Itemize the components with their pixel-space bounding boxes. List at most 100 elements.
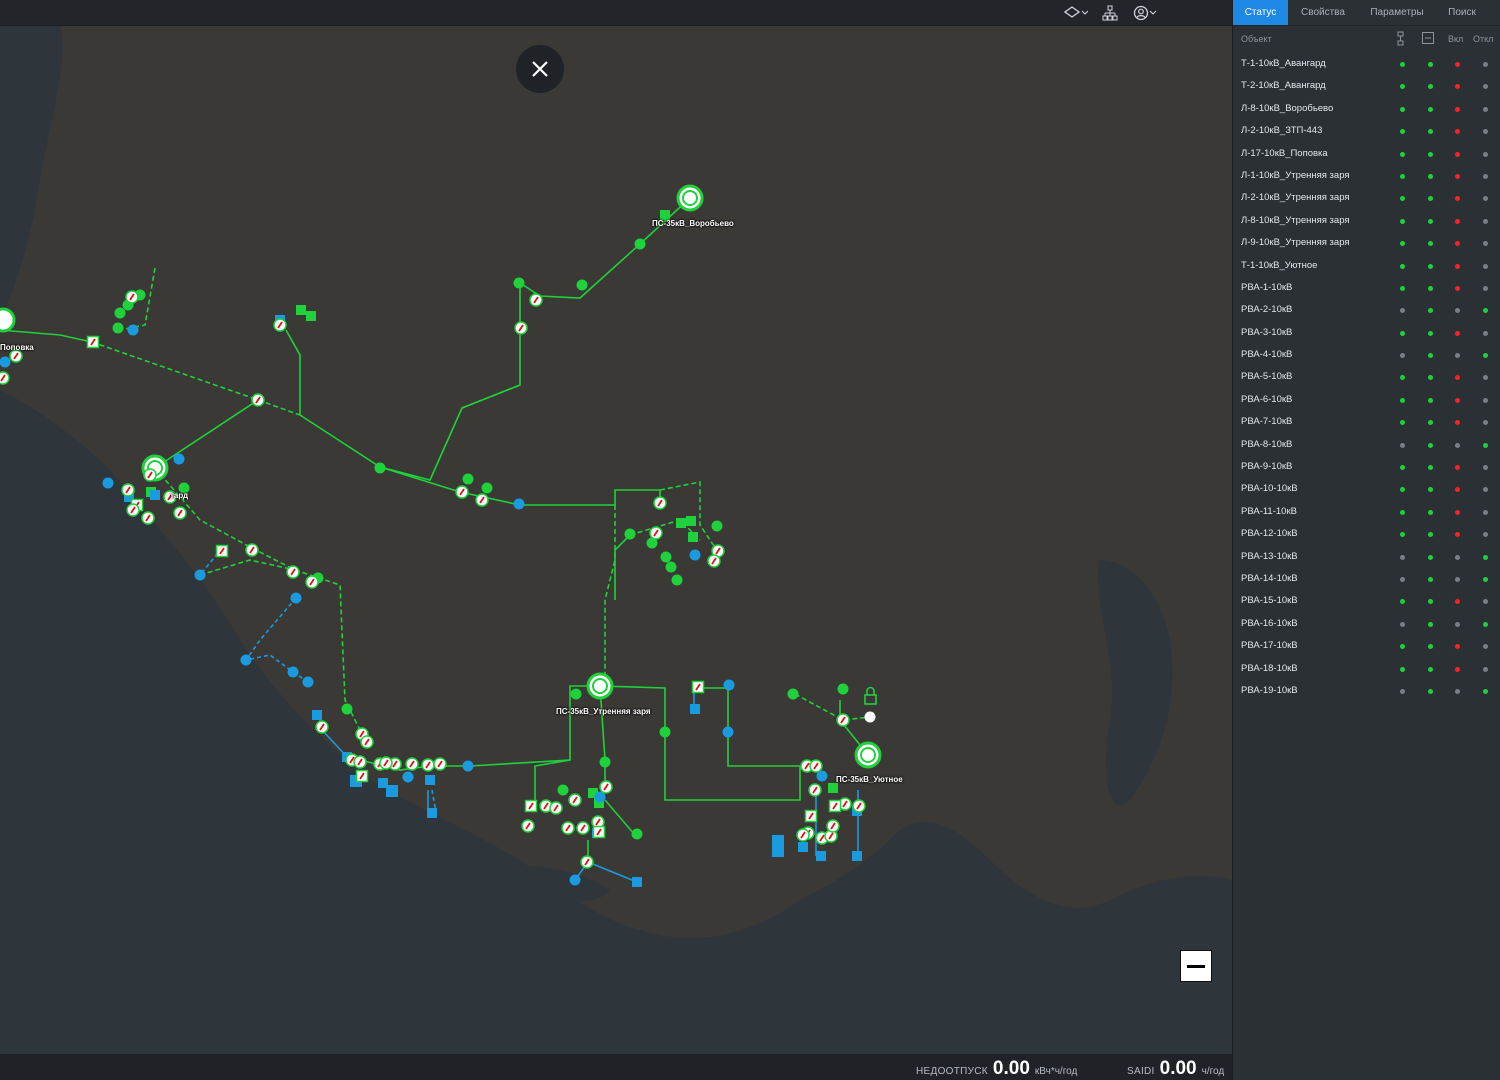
status-row[interactable]: РВА-4-10кВ <box>1233 344 1500 366</box>
status-row[interactable]: РВА-1-10кВ <box>1233 277 1500 299</box>
switch-icon[interactable] <box>852 799 866 813</box>
status-dot <box>1483 308 1488 314</box>
status-row-name: РВА-2-10кВ <box>1241 304 1293 316</box>
switch-icon[interactable] <box>125 290 139 304</box>
switch-icon[interactable] <box>599 780 613 794</box>
status-row[interactable]: РВА-12-10кВ <box>1233 523 1500 545</box>
switch-icon[interactable] <box>796 828 810 842</box>
status-row[interactable]: РВА-15-10кВ <box>1233 590 1500 612</box>
switch-icon[interactable] <box>379 756 393 770</box>
substation-utrennyaya-icon[interactable] <box>586 672 614 700</box>
tab-properties[interactable]: Свойства <box>1288 0 1358 25</box>
switch-icon[interactable] <box>126 503 140 517</box>
switch-icon[interactable] <box>433 757 447 771</box>
switch-icon[interactable] <box>828 799 842 813</box>
tab-parameters[interactable]: Параметры <box>1358 0 1436 25</box>
switch-icon[interactable] <box>273 318 287 332</box>
switch-icon[interactable] <box>808 783 822 797</box>
status-row-name: Т-1-10кВ_Уютное <box>1241 259 1318 271</box>
status-row[interactable]: РВА-10-10кВ <box>1233 478 1500 500</box>
substation-popovka-icon[interactable] <box>0 307 16 333</box>
switch-icon[interactable] <box>653 496 667 510</box>
status-row[interactable]: РВА-9-10кВ <box>1233 456 1500 478</box>
network-map[interactable]: ПС-35кВ_Воробьево тард Поповка ПС-35кВ_У… <box>0 0 1232 1080</box>
breaker-column-icon <box>1422 32 1434 46</box>
status-row[interactable]: Л-8-10кВ_Воробьево <box>1233 98 1500 120</box>
switch-icon[interactable] <box>286 565 300 579</box>
status-row[interactable]: Л-9-10кВ_Утренняя заря <box>1233 232 1500 254</box>
switch-icon[interactable] <box>524 799 538 813</box>
hierarchy-icon[interactable] <box>1102 4 1118 22</box>
status-row[interactable]: Л-8-10кВ_Утренняя заря <box>1233 210 1500 232</box>
status-row[interactable]: РВА-11-10кВ <box>1233 501 1500 523</box>
map-canvas[interactable] <box>0 0 1232 1080</box>
status-row[interactable]: РВА-5-10кВ <box>1233 366 1500 388</box>
switch-icon[interactable] <box>568 793 582 807</box>
status-row[interactable]: РВА-18-10кВ <box>1233 658 1500 680</box>
switch-icon[interactable] <box>251 393 265 407</box>
status-row[interactable]: РВА-16-10кВ <box>1233 613 1500 635</box>
status-row[interactable]: РВА-2-10кВ <box>1233 299 1500 321</box>
switch-icon[interactable] <box>405 757 419 771</box>
status-dot <box>1428 263 1433 269</box>
switch-icon[interactable] <box>455 485 469 499</box>
status-row[interactable]: Л-1-10кВ_Утренняя заря <box>1233 165 1500 187</box>
close-button[interactable] <box>516 45 564 93</box>
switch-icon[interactable] <box>576 821 590 835</box>
status-row[interactable]: РВА-8-10кВ <box>1233 434 1500 456</box>
switch-icon[interactable] <box>0 371 10 385</box>
zoom-out-button[interactable] <box>1180 950 1212 982</box>
switch-icon[interactable] <box>475 493 489 507</box>
switch-icon[interactable] <box>691 680 705 694</box>
status-row[interactable]: Л-2-10кВ_Утренняя заря <box>1233 187 1500 209</box>
switch-icon[interactable] <box>592 825 606 839</box>
switch-icon[interactable] <box>173 506 187 520</box>
undersupply-unit: кВч*ч/год <box>1034 1066 1078 1077</box>
switch-icon[interactable] <box>804 809 818 823</box>
switch-icon[interactable] <box>315 720 329 734</box>
layers-icon[interactable] <box>1064 4 1088 22</box>
user-icon[interactable] <box>1133 4 1159 22</box>
status-row[interactable]: РВА-17-10кВ <box>1233 635 1500 657</box>
switch-icon[interactable] <box>826 819 840 833</box>
tab-search[interactable]: Поиск <box>1436 0 1488 25</box>
switch-icon[interactable] <box>121 483 135 497</box>
switch-icon[interactable] <box>836 713 850 727</box>
switch-icon[interactable] <box>215 544 229 558</box>
switch-icon[interactable] <box>549 801 563 815</box>
switch-icon[interactable] <box>707 554 721 568</box>
status-row[interactable]: Т-2-10кВ_Авангард <box>1233 75 1500 97</box>
status-row[interactable]: РВА-14-10кВ <box>1233 568 1500 590</box>
switch-icon[interactable] <box>514 321 528 335</box>
switch-icon[interactable] <box>355 769 369 783</box>
status-dot <box>1400 599 1405 605</box>
switch-icon[interactable] <box>245 543 259 557</box>
switch-icon[interactable] <box>529 293 543 307</box>
switch-icon[interactable] <box>561 821 575 835</box>
status-row[interactable]: Л-2-10кВ_ЗТП-443 <box>1233 120 1500 142</box>
status-row[interactable]: Л-17-10кВ_Поповка <box>1233 143 1500 165</box>
status-dot <box>1455 285 1460 291</box>
status-row[interactable]: Т-1-10кВ_Авангард <box>1233 53 1500 75</box>
substation-vorobyevo-icon[interactable] <box>676 184 704 212</box>
switch-icon[interactable] <box>521 819 535 833</box>
switch-icon[interactable] <box>141 511 155 525</box>
switch-icon[interactable] <box>649 526 663 540</box>
switch-icon[interactable] <box>421 758 435 772</box>
status-row-name: РВА-13-10кВ <box>1241 550 1298 562</box>
status-row[interactable]: РВА-3-10кВ <box>1233 322 1500 344</box>
switch-icon[interactable] <box>809 759 823 773</box>
switch-icon[interactable] <box>86 335 100 349</box>
substation-uyutnoe-icon[interactable] <box>854 741 882 769</box>
tab-status[interactable]: Статус <box>1233 0 1288 25</box>
switch-icon[interactable] <box>580 855 594 869</box>
status-row[interactable]: РВА-6-10кВ <box>1233 389 1500 411</box>
switch-icon[interactable] <box>353 755 367 769</box>
status-row[interactable]: РВА-19-10кВ <box>1233 680 1500 702</box>
status-row[interactable]: РВА-7-10кВ <box>1233 411 1500 433</box>
status-row[interactable]: РВА-13-10кВ <box>1233 546 1500 568</box>
switch-icon[interactable] <box>360 735 374 749</box>
switch-icon[interactable] <box>305 575 319 589</box>
switch-icon[interactable] <box>143 468 157 482</box>
status-row[interactable]: Т-1-10кВ_Уютное <box>1233 255 1500 277</box>
